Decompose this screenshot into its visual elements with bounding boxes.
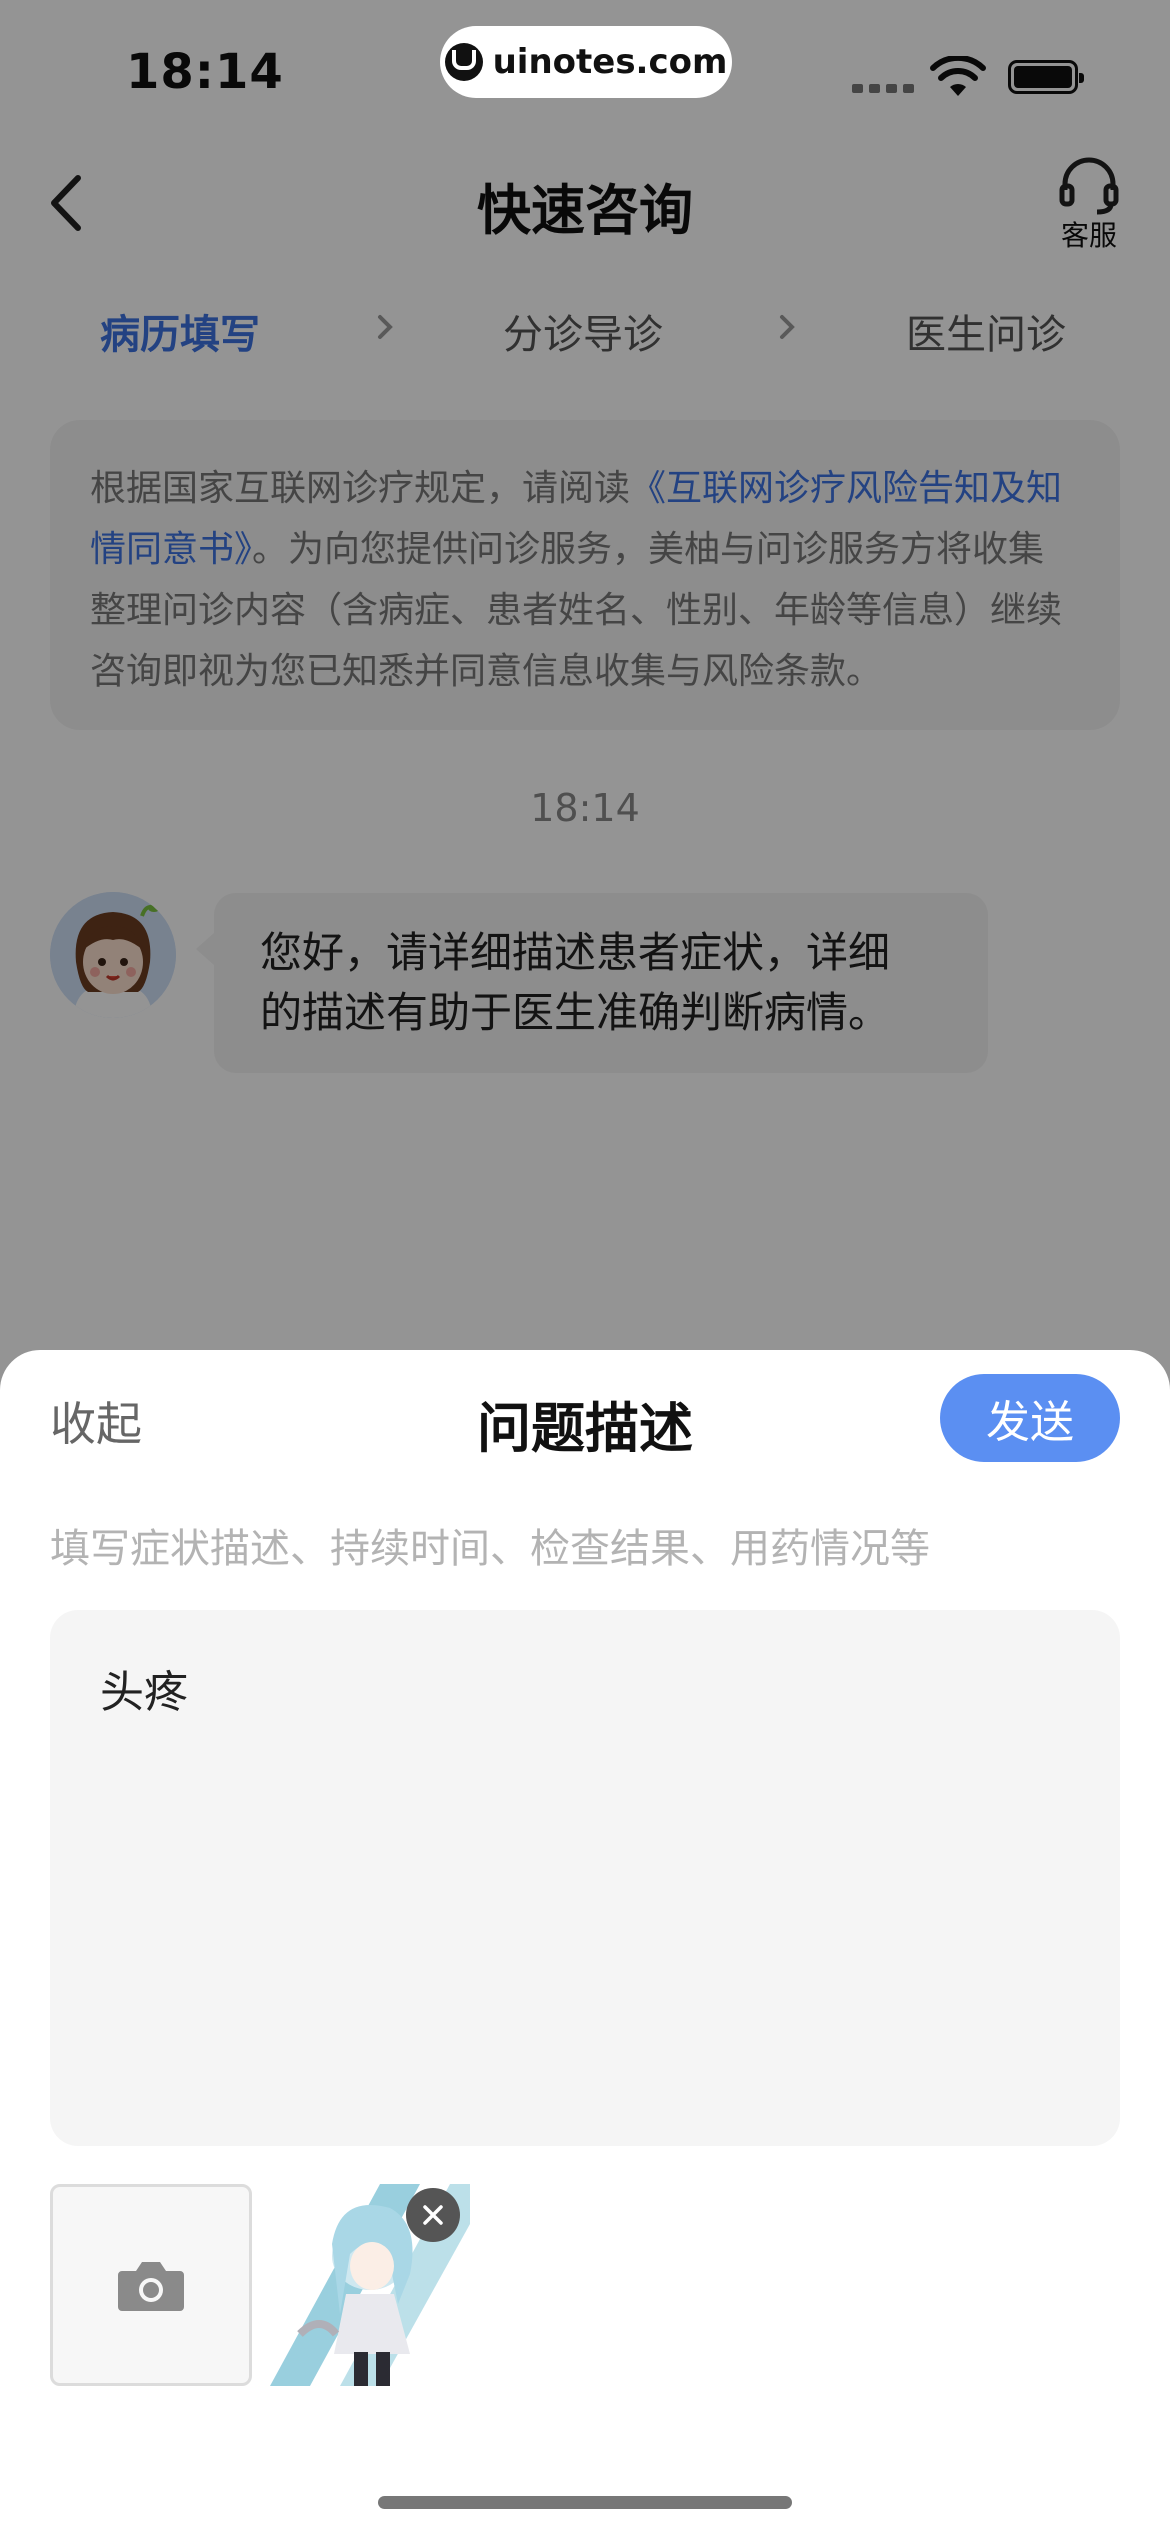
symptom-input[interactable]: 头疼 bbox=[50, 1610, 1120, 2146]
send-button[interactable]: 发送 bbox=[940, 1374, 1120, 1462]
problem-description-sheet: 收起 问题描述 发送 填写症状描述、持续时间、检查结果、用药情况等 头疼 bbox=[0, 1350, 1170, 2532]
remove-image-button[interactable] bbox=[406, 2188, 460, 2242]
watermark-text: uinotes.com bbox=[492, 42, 728, 82]
home-indicator bbox=[378, 2496, 792, 2509]
uinotes-logo-icon bbox=[444, 43, 483, 81]
description-hint: 填写症状描述、持续时间、检查结果、用药情况等 bbox=[50, 1526, 930, 1572]
add-photo-button[interactable] bbox=[50, 2184, 252, 2386]
watermark-badge: uinotes.com bbox=[440, 26, 732, 98]
close-icon bbox=[423, 2205, 443, 2225]
camera-icon bbox=[118, 2262, 184, 2311]
